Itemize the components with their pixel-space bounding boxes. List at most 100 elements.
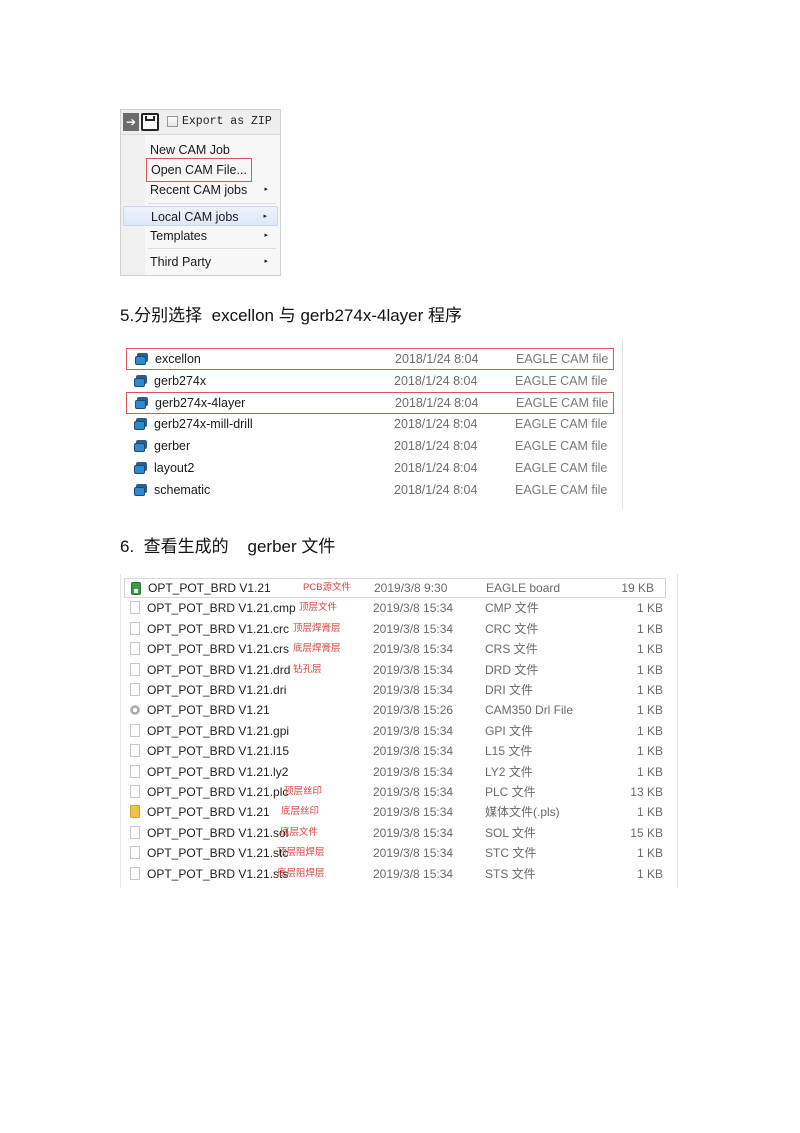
gerber-file-row[interactable]: OPT_POT_BRD V1.21.drd 钻孔层 2019/3/8 15:34 DR… bbox=[121, 660, 677, 680]
file-date: 2018/1/24 8:04 bbox=[394, 482, 478, 497]
cam-file-row[interactable]: gerber 2018/1/24 8:04 EAGLE CAM file bbox=[122, 435, 620, 457]
file-name: OPT_POT_BRD V1.21.ly2 bbox=[147, 764, 289, 779]
cam-file-row[interactable]: gerb274x-mill-drill 2018/1/24 8:04 EAGLE C… bbox=[122, 413, 620, 435]
file-date: 2018/1/24 8:04 bbox=[395, 352, 479, 366]
gerber-file-row[interactable]: OPT_POT_BRD V1.21 2019/3/8 15:26 CAM350 Dr… bbox=[121, 700, 677, 720]
cam-file-row[interactable]: gerb274x 2018/1/24 8:04 EAGLE CAM file bbox=[122, 370, 620, 392]
gerber-file-row[interactable]: OPT_POT_BRD V1.21.gpi 2019/3/8 15:34 GPI 文… bbox=[121, 721, 677, 741]
menu-item-label: Recent CAM jobs bbox=[150, 183, 248, 197]
file-size: 1 KB bbox=[636, 846, 663, 861]
file-name: OPT_POT_BRD V1.21.gpi bbox=[147, 723, 290, 738]
file-name: gerb274x-mill-drill bbox=[154, 417, 253, 432]
file-type: STC 文件 bbox=[485, 846, 537, 861]
file-size: 15 KB bbox=[630, 825, 663, 840]
menu-item-local-cam-jobs[interactable]: Local CAM jobs ▸ bbox=[123, 206, 278, 226]
file-type: GPI 文件 bbox=[485, 723, 534, 738]
file-date: 2018/1/24 8:04 bbox=[394, 373, 478, 388]
file-type: EAGLE CAM file bbox=[515, 461, 608, 475]
layer-annotation: 底层文件 bbox=[280, 826, 319, 838]
file-name: OPT_POT_BRD V1.21.stc bbox=[147, 846, 289, 861]
export-zip-checkbox[interactable] bbox=[167, 116, 178, 127]
gerber-file-row[interactable]: OPT_POT_BRD V1.21.crc 顶层焊膏层 2019/3/8 15:34… bbox=[121, 619, 677, 639]
step6-heading: 6. 查看生成的 gerber 文件 bbox=[120, 537, 336, 556]
file-name: OPT_POT_BRD V1.21 bbox=[148, 581, 271, 595]
file-date: 2019/3/8 15:34 bbox=[373, 785, 454, 799]
file-type: CRS 文件 bbox=[485, 642, 538, 657]
cam350-icon bbox=[130, 705, 140, 716]
gerber-file-row[interactable]: OPT_POT_BRD V1.21.ly2 2019/3/8 15:34 LY2 文… bbox=[121, 762, 677, 782]
cam-file-list: excellon 2018/1/24 8:04 EAGLE CAM file gerb… bbox=[122, 338, 623, 510]
gerber-file-row[interactable]: OPT_POT_BRD V1.21 底层丝印 2019/3/8 15:34 媒体文件(… bbox=[121, 802, 677, 822]
file-date: 2019/3/8 15:26 bbox=[373, 703, 454, 718]
file-name: excellon bbox=[155, 352, 201, 366]
layer-annotation: 底层丝印 bbox=[281, 806, 320, 818]
file-icon bbox=[130, 825, 140, 839]
file-name: gerb274x bbox=[154, 373, 207, 388]
menu-item-new-cam-job[interactable]: New CAM Job bbox=[123, 140, 278, 160]
file-type: SOL 文件 bbox=[485, 825, 536, 840]
file-date: 2018/1/24 8:04 bbox=[395, 395, 479, 410]
file-size: 1 KB bbox=[636, 683, 663, 697]
file-name: OPT_POT_BRD V1.21.crs bbox=[147, 642, 290, 657]
file-size: 1 KB bbox=[636, 662, 663, 677]
gerber-file-row[interactable]: OPT_POT_BRD V1.21.stc 顶层阻焊层 2019/3/8 15:34… bbox=[121, 843, 677, 863]
media-file-icon bbox=[130, 805, 140, 819]
file-date: 2019/3/8 15:34 bbox=[373, 825, 454, 840]
eagle-board-icon bbox=[131, 582, 141, 595]
file-type: 媒体文件(.pls) bbox=[485, 805, 560, 820]
file-name: OPT_POT_BRD V1.21.drd bbox=[147, 662, 291, 677]
file-size: 1 KB bbox=[636, 703, 663, 718]
file-icon bbox=[130, 866, 140, 880]
cam-file-row[interactable]: excellon 2018/1/24 8:04 EAGLE CAM file bbox=[126, 348, 614, 370]
file-date: 2019/3/8 9:30 bbox=[374, 581, 448, 595]
menu-item-open-cam-file[interactable]: Open CAM File... bbox=[123, 158, 278, 182]
gerber-file-row[interactable]: OPT_POT_BRD V1.21.sol 底层文件 2019/3/8 15:34 S… bbox=[121, 823, 677, 843]
file-date: 2019/3/8 15:34 bbox=[373, 846, 454, 861]
cam-file-row[interactable]: schematic 2018/1/24 8:04 EAGLE CAM file bbox=[122, 479, 620, 501]
cam-file-row[interactable]: gerb274x-4layer 2018/1/24 8:04 EAGLE CAM f… bbox=[126, 391, 614, 414]
file-type: EAGLE board bbox=[486, 581, 561, 595]
arrow-right-icon[interactable]: ➔ bbox=[123, 113, 139, 131]
file-type: EAGLE CAM file bbox=[515, 417, 608, 432]
menu-item-recent-cam-jobs[interactable]: Recent CAM jobs ▸ bbox=[123, 180, 278, 200]
gerber-file-row[interactable]: OPT_POT_BRD V1.21.sts 底层阻焊层 2019/3/8 15:34… bbox=[121, 864, 677, 884]
submenu-arrow-icon: ▸ bbox=[264, 232, 268, 239]
submenu-arrow-icon: ▸ bbox=[264, 258, 268, 265]
file-type: LY2 文件 bbox=[485, 764, 533, 779]
file-date: 2018/1/24 8:04 bbox=[394, 417, 478, 432]
gerber-file-row[interactable]: OPT_POT_BRD V1.21.l15 2019/3/8 15:34 L15 文… bbox=[121, 741, 677, 761]
file-name: gerb274x-4layer bbox=[155, 395, 246, 410]
file-icon bbox=[130, 683, 140, 696]
file-type: CRC 文件 bbox=[485, 621, 539, 636]
gerber-file-row[interactable]: OPT_POT_BRD V1.21.cmp 顶层文件 2019/3/8 15:34 C… bbox=[121, 598, 677, 618]
file-date: 2019/3/8 15:34 bbox=[373, 866, 454, 881]
step5-heading: 5.分别选择 excellon 与 gerb274x-4layer 程序 bbox=[120, 306, 463, 325]
file-type: DRD 文件 bbox=[485, 662, 539, 677]
menu-item-templates[interactable]: Templates ▸ bbox=[123, 226, 278, 246]
eagle-cam-file-icon bbox=[134, 483, 148, 496]
file-size: 1 KB bbox=[636, 601, 663, 616]
gerber-file-row[interactable]: OPT_POT_BRD V1.21.dri 2019/3/8 15:34 DRI 文… bbox=[121, 680, 677, 700]
gerber-file-row[interactable]: OPT_POT_BRD V1.21.plc 顶层丝印 2019/3/8 15:34 P… bbox=[121, 782, 677, 802]
menu-item-label: Templates bbox=[150, 229, 207, 243]
file-type: EAGLE CAM file bbox=[516, 352, 609, 366]
file-type: STS 文件 bbox=[485, 866, 536, 881]
file-type: PLC 文件 bbox=[485, 785, 536, 799]
file-type: EAGLE CAM file bbox=[515, 373, 608, 388]
file-name: OPT_POT_BRD V1.21.l15 bbox=[147, 744, 290, 759]
menu-item-third-party[interactable]: Third Party ▸ bbox=[123, 252, 278, 272]
gerber-file-row[interactable]: OPT_POT_BRD V1.21.crs 底层焊膏层 2019/3/8 15:34… bbox=[121, 639, 677, 659]
file-date: 2019/3/8 15:34 bbox=[373, 683, 454, 697]
file-name: OPT_POT_BRD V1.21.sts bbox=[147, 866, 289, 881]
layer-annotation: PCB源文件 bbox=[303, 582, 352, 593]
cam-file-row[interactable]: layout2 2018/1/24 8:04 EAGLE CAM file bbox=[122, 457, 620, 479]
file-date: 2019/3/8 15:34 bbox=[373, 621, 454, 636]
file-size: 1 KB bbox=[636, 866, 663, 881]
cam-dropdown-menu: New CAM Job Open CAM File... Recent CAM … bbox=[121, 135, 280, 275]
save-icon[interactable] bbox=[141, 113, 159, 131]
gerber-file-row[interactable]: OPT_POT_BRD V1.21 PCB源文件 2019/3/8 9:30 EAGL… bbox=[124, 578, 666, 598]
file-date: 2019/3/8 15:34 bbox=[373, 744, 454, 759]
file-size: 1 KB bbox=[636, 764, 663, 779]
file-icon bbox=[130, 744, 140, 758]
file-name: OPT_POT_BRD V1.21.sol bbox=[147, 825, 289, 840]
